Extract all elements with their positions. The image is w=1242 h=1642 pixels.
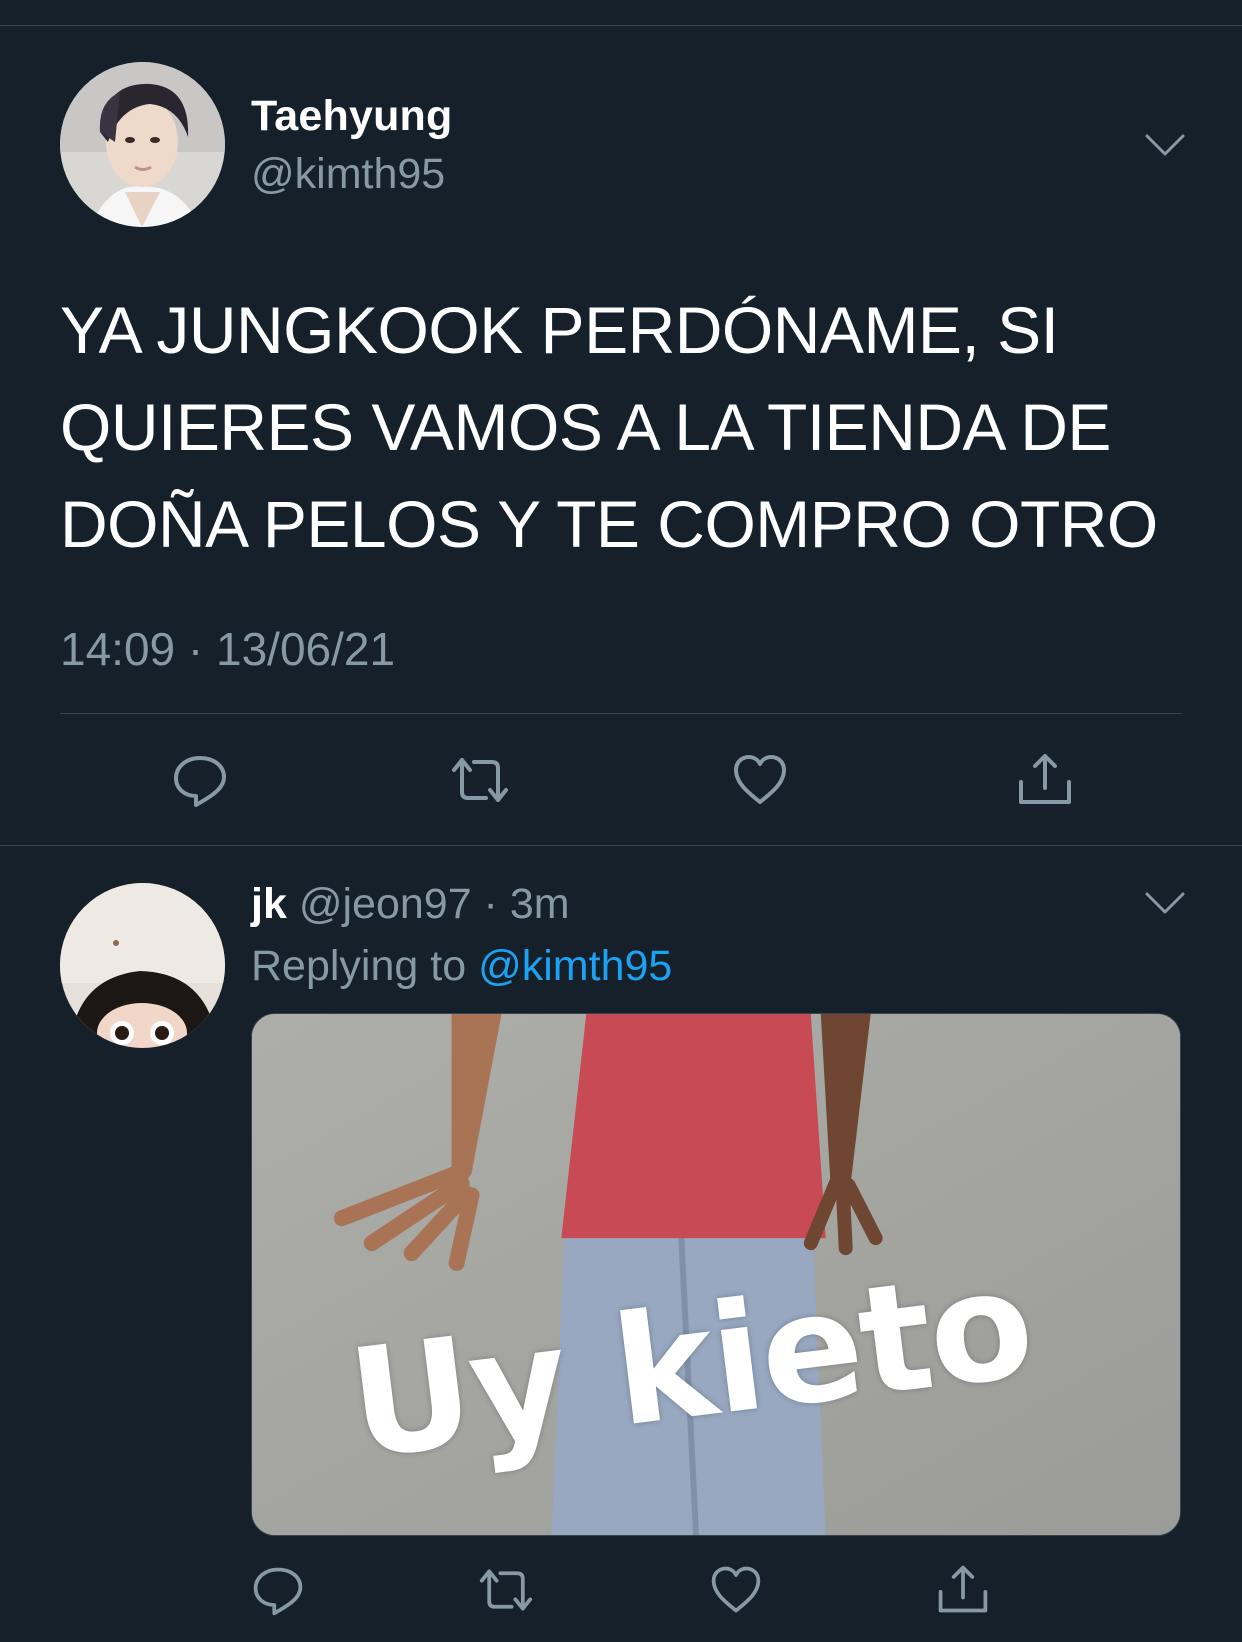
divider xyxy=(60,713,1182,714)
reply-icon[interactable] xyxy=(250,1562,306,1618)
reply-media-image[interactable]: Uy kieto xyxy=(251,1013,1181,1536)
main-tweet-timestamp[interactable]: 14:09 · 13/06/21 xyxy=(60,622,395,676)
reply-tweet-header: jk @jeon97 · 3m xyxy=(251,880,570,929)
share-icon[interactable] xyxy=(935,1562,991,1618)
chevron-down-icon[interactable] xyxy=(1143,130,1187,160)
reply-tweet-avatar[interactable] xyxy=(60,883,225,1048)
replying-to-line: Replying to @kimth95 xyxy=(251,942,672,991)
reply-icon[interactable] xyxy=(170,750,230,810)
retweet-icon[interactable] xyxy=(478,1562,534,1618)
main-tweet-text: YA JUNGKOOK PERDÓNAME, SI QUIERES VAMOS … xyxy=(60,293,1158,561)
main-tweet-display-name[interactable]: Taehyung xyxy=(251,92,452,141)
reply-tweet-handle-time[interactable]: @jeon97 · 3m xyxy=(299,880,570,928)
like-icon[interactable] xyxy=(708,1562,764,1618)
top-divider xyxy=(0,25,1242,26)
share-icon[interactable] xyxy=(1015,750,1075,810)
chevron-down-icon[interactable] xyxy=(1143,888,1187,918)
replying-to-handle[interactable]: @kimth95 xyxy=(478,942,672,990)
main-tweet-avatar[interactable] xyxy=(60,62,225,227)
replying-to-label: Replying to xyxy=(251,942,467,990)
retweet-icon[interactable] xyxy=(450,750,510,810)
section-divider xyxy=(0,845,1242,846)
main-tweet-handle[interactable]: @kimth95 xyxy=(251,150,445,199)
reply-tweet-display-name[interactable]: jk xyxy=(251,880,287,928)
like-icon[interactable] xyxy=(730,750,790,810)
tweet-thread: Taehyung @kimth95 YA JUNGKOOK PERDÓNAME,… xyxy=(0,0,1242,1642)
